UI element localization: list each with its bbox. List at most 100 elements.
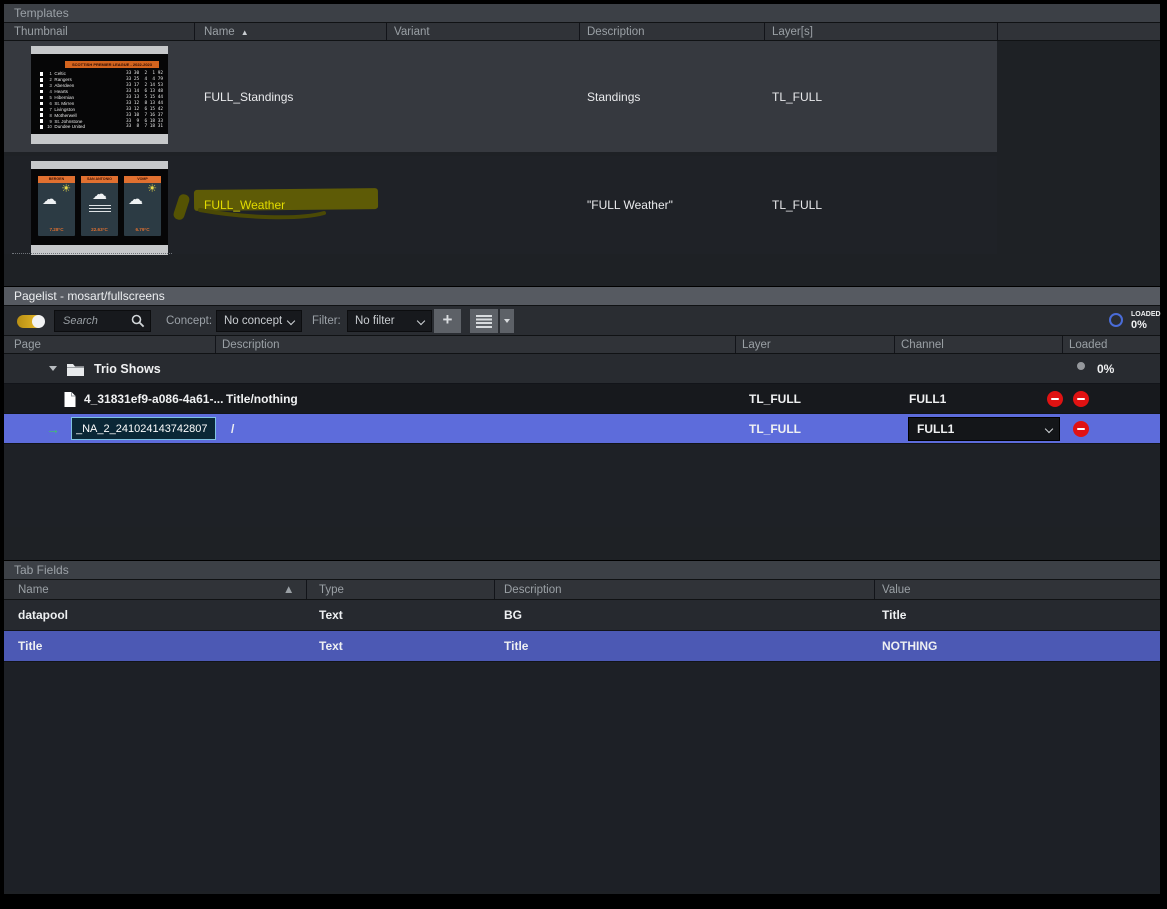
tabfields-empty-area: [4, 662, 1160, 891]
list-view-options-button[interactable]: [500, 309, 514, 333]
unload-button[interactable]: [1073, 391, 1089, 407]
standings-row: 3Aberdeen33 17 2 14 53: [40, 83, 163, 89]
unload-button[interactable]: [1073, 421, 1089, 437]
templates-col-thumbnail[interactable]: Thumbnail: [14, 23, 68, 41]
unload-button[interactable]: [1047, 391, 1063, 407]
tabfield-selected-row[interactable]: Title Text Title NOTHING: [4, 631, 1160, 662]
thumbnail-bottom-bar: [31, 134, 168, 144]
standings-row: 8Motherwell33 10 7 16 37: [40, 112, 163, 118]
column-divider: [997, 23, 998, 40]
bullet-icon: [40, 113, 43, 116]
pagelist-col-layer[interactable]: Layer: [742, 336, 771, 354]
standings-row: 10Dundee United33 8 7 18 31: [40, 124, 163, 130]
templates-col-layers[interactable]: Layer[s]: [772, 23, 813, 41]
sun-icon: ☀: [61, 184, 71, 195]
column-divider: [215, 336, 216, 353]
sort-asc-icon: ▲: [283, 580, 294, 600]
list-view-button[interactable]: [470, 309, 498, 333]
add-page-button[interactable]: +: [434, 309, 461, 333]
loaded-label: LOADED: [1131, 311, 1161, 318]
pagelist-col-page[interactable]: Page: [14, 336, 41, 354]
chevron-down-icon: [287, 317, 295, 325]
page-name-input[interactable]: [72, 418, 215, 439]
pagelist-col-loaded[interactable]: Loaded: [1069, 336, 1107, 354]
standings-row: 7Livingston33 12 6 15 42: [40, 106, 163, 112]
document-icon: [63, 391, 77, 408]
field-name: datapool: [18, 608, 68, 622]
tabfields-col-description[interactable]: Description: [504, 580, 562, 600]
sun-cloud-icon: ☀ ☁: [124, 183, 161, 217]
list-icon: [476, 315, 492, 328]
templates-col-name[interactable]: Name▲: [204, 23, 249, 41]
tabfields-col-value[interactable]: Value: [882, 580, 911, 600]
bullet-icon: [40, 119, 43, 122]
autopreview-toggle[interactable]: [17, 315, 44, 328]
standings-title: SCOTTISH PREMIER LEAGUE - 2022-2023: [65, 61, 159, 68]
pagelist-selected-row[interactable]: → / TL_FULL FULL1: [4, 414, 1160, 444]
tabfields-panel-title: Tab Fields: [4, 561, 1160, 580]
column-divider: [494, 580, 495, 599]
search-icon: [131, 314, 145, 328]
column-divider: [735, 336, 736, 353]
template-row-weather[interactable]: BERGEN ☀ ☁ 7.28°C SAN ANTONIO ☁: [4, 156, 997, 254]
tabfields-col-name[interactable]: Name: [18, 580, 49, 600]
cue-arrow-icon: →: [46, 421, 60, 437]
chevron-down-icon: [1045, 425, 1053, 433]
template-name: FULL_Weather: [204, 198, 285, 212]
field-description: BG: [504, 608, 522, 622]
bullet-icon: [40, 72, 43, 75]
template-thumbnail-weather[interactable]: BERGEN ☀ ☁ 7.28°C SAN ANTONIO ☁: [31, 161, 168, 255]
thumbnail-top-bar: [31, 46, 168, 54]
bullet-icon: [40, 90, 43, 93]
filter-dropdown[interactable]: No filter: [347, 310, 432, 332]
column-divider: [1062, 336, 1063, 353]
bullet-icon: [40, 108, 43, 111]
expand-arrow-icon[interactable]: [49, 366, 57, 371]
channel-dropdown[interactable]: FULL1: [908, 417, 1060, 441]
template-name: FULL_Standings: [204, 90, 293, 104]
chevron-down-icon: [417, 317, 425, 325]
page-description: /: [231, 422, 234, 436]
page-layer: TL_FULL: [749, 392, 801, 406]
sun-cloud-icon: ☀ ☁: [38, 183, 75, 217]
search-input[interactable]: [61, 312, 127, 330]
page-name-editbox: [71, 417, 216, 440]
folder-name: Trio Shows: [94, 362, 161, 376]
bullet-icon: [40, 96, 43, 99]
tabfields-panel: Tab Fields Name ▲ Type Description Value…: [4, 561, 1160, 894]
cloud-icon: ☁: [92, 187, 107, 202]
template-layer: TL_FULL: [772, 198, 822, 212]
fog-lines-icon: [89, 205, 111, 214]
standings-preview: SCOTTISH PREMIER LEAGUE - 2022-2023 1Cel…: [31, 54, 168, 134]
search-box: [54, 310, 151, 332]
bullet-icon: [40, 84, 43, 87]
loaded-value: 0%: [1131, 319, 1147, 331]
tabfields-col-type[interactable]: Type: [319, 580, 344, 600]
tabfield-row[interactable]: datapool Text BG Title: [4, 600, 1160, 631]
standings-row: 5Hibernian33 13 5 15 44: [40, 95, 163, 101]
template-row-standings[interactable]: SCOTTISH PREMIER LEAGUE - 2022-2023 1Cel…: [4, 41, 997, 152]
field-type: Text: [319, 608, 343, 622]
pagelist-page-row[interactable]: 4_31831ef9-a086-4a61-... Title/nothing T…: [4, 384, 1160, 414]
template-thumbnail-standings[interactable]: SCOTTISH PREMIER LEAGUE - 2022-2023 1Cel…: [31, 46, 168, 144]
thumbnail-top-bar: [31, 161, 168, 169]
templates-panel: Templates Thumbnail Name▲ Variant Descri…: [4, 4, 1160, 286]
loaded-ring-icon: [1109, 313, 1123, 327]
weather-card: SAN ANTONIO ☁ 22.63°C: [81, 176, 118, 236]
loaded-indicator: LOADED 0%: [1109, 312, 1164, 332]
pagelist-col-description[interactable]: Description: [222, 336, 280, 354]
cloud-icon: ☁: [42, 192, 57, 207]
pagelist-panel-title: Pagelist - mosart/fullscreens: [4, 287, 1160, 306]
standings-row: 1Celtic33 30 2 1 92: [40, 71, 163, 77]
column-divider: [386, 23, 387, 40]
pagelist-folder-row[interactable]: Trio Shows 0%: [4, 354, 1160, 384]
sort-asc-icon: ▲: [241, 28, 249, 37]
column-divider: [874, 580, 875, 599]
template-layer: TL_FULL: [772, 90, 822, 104]
pagelist-col-channel[interactable]: Channel: [901, 336, 944, 354]
page-layer: TL_FULL: [749, 422, 801, 436]
focus-dotted-line: [12, 253, 172, 254]
concept-dropdown[interactable]: No concept: [216, 310, 302, 332]
templates-col-description[interactable]: Description: [587, 23, 645, 41]
templates-col-variant[interactable]: Variant: [394, 23, 430, 41]
